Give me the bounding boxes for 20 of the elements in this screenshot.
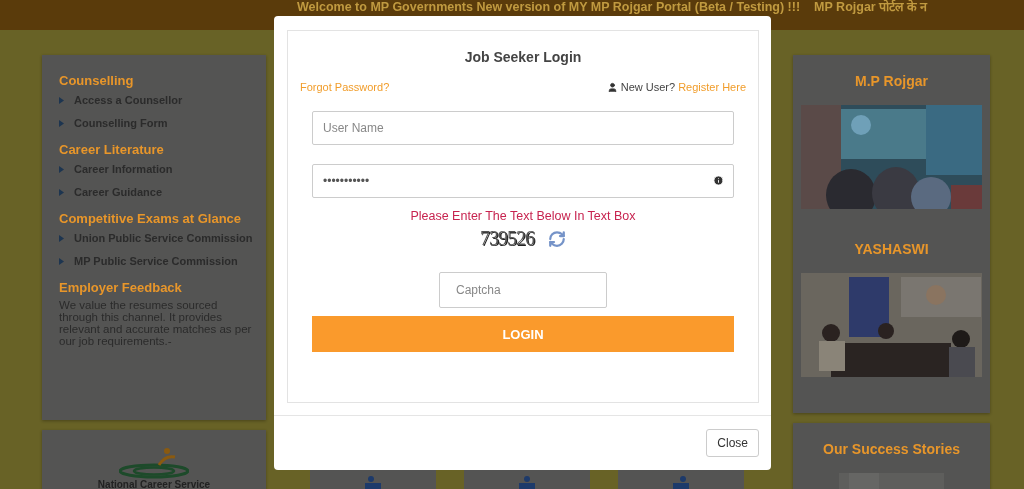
section-heading: Employer Feedback [59, 280, 183, 295]
password-field[interactable]: ••••••••••• [312, 164, 734, 198]
dialog-title: Job Seeker Login [464, 49, 582, 65]
register-link[interactable]: Register Here [678, 81, 746, 93]
block-title: YASHASWI [854, 241, 929, 257]
captcha-field[interactable]: Captcha [439, 272, 607, 308]
ticker-text: Welcome to MP Governments New version of MY MP Rojgar Portal (Beta / Testing) !!! [297, 1, 801, 14]
close-button[interactable]: Close [706, 429, 759, 457]
login-button[interactable]: LOGIN [312, 316, 734, 352]
captcha-prompt: Please Enter The Text Below In Text Box [410, 209, 636, 223]
captcha-code: 739526 [480, 227, 534, 250]
username-field[interactable]: User Name [312, 111, 734, 145]
new-user-label: New User? [620, 81, 676, 93]
section-heading: Counselling [59, 73, 135, 88]
block-title: Our Success Stories [823, 441, 960, 457]
ticker-text: MP Rojgar पोर्टल के न [814, 1, 928, 14]
block-title: M.P Rojgar [855, 73, 928, 89]
section-heading: Competitive Exams at Glance [59, 211, 243, 226]
section-heading: Career Literature [59, 142, 165, 157]
forgot-password-link[interactable]: Forgot Password? [300, 81, 390, 93]
